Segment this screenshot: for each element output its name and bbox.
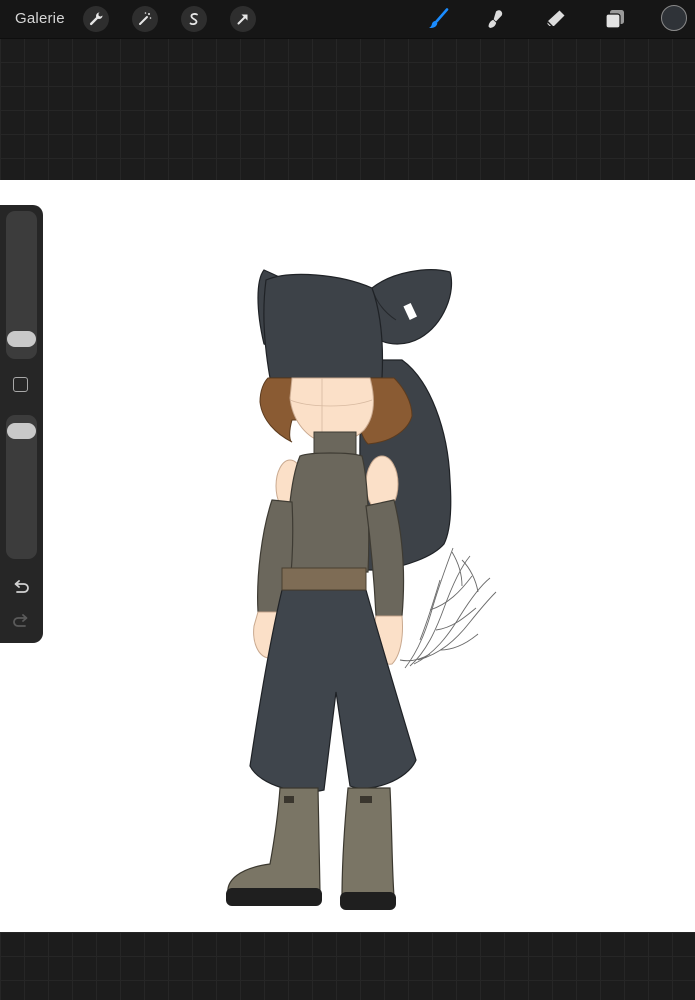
layers-icon bbox=[605, 10, 624, 29]
belt bbox=[281, 567, 367, 591]
undo-icon[interactable] bbox=[10, 577, 32, 599]
boot-sole-left bbox=[226, 888, 322, 906]
adjustments-button[interactable] bbox=[132, 6, 158, 32]
boot-sole-right bbox=[340, 892, 396, 910]
brush-opacity-thumb[interactable] bbox=[7, 423, 36, 440]
workspace-background-bottom bbox=[0, 932, 695, 1000]
brush-opacity-slider[interactable] bbox=[6, 415, 37, 559]
arrow-cursor-icon bbox=[237, 14, 248, 25]
color-picker-swatch[interactable] bbox=[661, 5, 687, 31]
smudge-icon bbox=[488, 10, 503, 28]
magic-wand-icon bbox=[139, 12, 152, 25]
brush-tool-button[interactable] bbox=[423, 4, 453, 34]
drawing-canvas[interactable] bbox=[0, 180, 695, 932]
top-toolbar: Galerie bbox=[0, 0, 695, 39]
redo-icon[interactable] bbox=[10, 611, 32, 633]
gallery-button[interactable]: Galerie bbox=[15, 10, 65, 27]
brush-icon bbox=[429, 8, 449, 28]
selection-s-icon bbox=[189, 13, 198, 26]
boot-left bbox=[227, 787, 321, 895]
left-sidebar bbox=[0, 205, 43, 643]
arm-warmer-right bbox=[365, 499, 405, 617]
sleeveless-top bbox=[286, 452, 370, 573]
eraser-tool-button[interactable] bbox=[541, 4, 571, 34]
workspace-background-top bbox=[0, 38, 695, 180]
character-artwork bbox=[226, 269, 497, 910]
smudge-tool-button[interactable] bbox=[482, 4, 512, 34]
layers-button[interactable] bbox=[600, 4, 630, 34]
boot-right bbox=[341, 787, 395, 899]
hood-front bbox=[263, 273, 384, 379]
modify-button[interactable] bbox=[13, 377, 28, 392]
tail-sketch bbox=[399, 547, 497, 669]
wrench-icon bbox=[89, 12, 103, 26]
brush-size-slider[interactable] bbox=[6, 211, 37, 359]
eraser-icon bbox=[547, 10, 565, 27]
brush-size-thumb[interactable] bbox=[7, 330, 36, 347]
actions-button[interactable] bbox=[83, 6, 109, 32]
transform-button[interactable] bbox=[230, 6, 256, 32]
selection-button[interactable] bbox=[181, 6, 207, 32]
